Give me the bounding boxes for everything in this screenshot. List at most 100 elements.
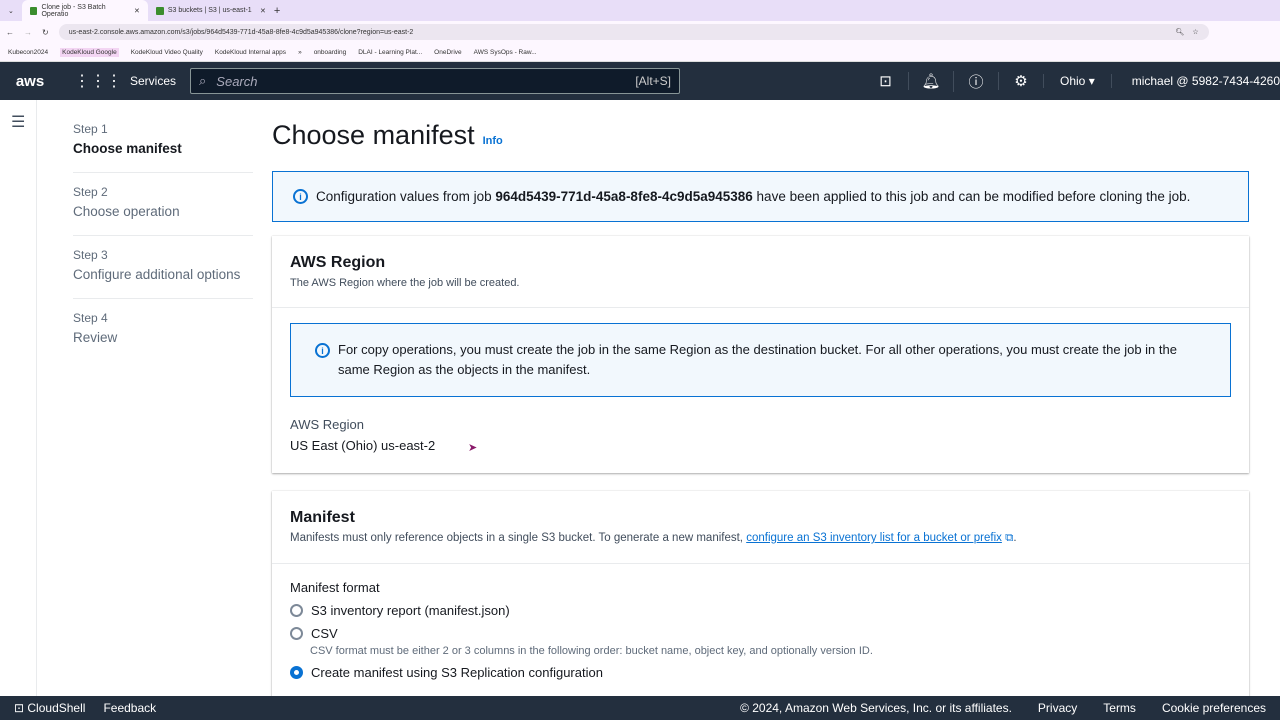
bookmark[interactable]: KodeKloud Video Quality	[131, 49, 203, 56]
radio-button[interactable]	[290, 604, 303, 617]
flash-text: Configuration values from job	[316, 189, 496, 204]
search-placeholder: Search	[216, 73, 258, 89]
back-icon[interactable]: ←	[6, 28, 14, 37]
info-icon: i	[315, 343, 330, 358]
radio-label: Create manifest using S3 Replication con…	[311, 665, 603, 680]
inventory-link[interactable]: configure an S3 inventory list for a buc…	[746, 532, 1002, 544]
job-id: 964d5439-771d-45a8-8fe8-4c9d5a945386	[495, 189, 753, 204]
search-input[interactable]: ⌕ Search [Alt+S]	[190, 68, 681, 94]
feedback-link[interactable]: Feedback	[103, 701, 156, 715]
grid-icon: ⋮⋮⋮	[74, 73, 122, 90]
page-header: Choose manifest Info	[272, 120, 1249, 151]
copyright: © 2024, Amazon Web Services, Inc. or its…	[740, 701, 1012, 715]
step-3: Step 3 Configure additional options	[73, 248, 253, 299]
bookmarks-bar: Kubecon2024 KodeKloud Google KodeKloud V…	[0, 43, 1280, 62]
page-title: Choose manifest	[272, 120, 475, 150]
wizard-steps: Step 1 Choose manifest Step 2 Choose opera…	[73, 122, 253, 373]
search-icon: ⌕	[199, 73, 207, 88]
radio-description: CSV format must be either 2 or 3 columns…	[310, 645, 873, 657]
bookmark[interactable]: DLAI - Learning Plat...	[358, 49, 422, 56]
region-selector[interactable]: Ohio ▾	[1043, 74, 1111, 88]
url-input[interactable]: us-east-2.console.aws.amazon.com/s3/jobs…	[58, 24, 1209, 40]
help-icon[interactable]: ⓘ	[953, 70, 998, 92]
cursor-icon: ➤	[468, 442, 478, 454]
bookmark-folder[interactable]: onboarding	[314, 49, 347, 56]
new-tab-button[interactable]: +	[274, 5, 280, 17]
info-icon: i	[293, 189, 308, 204]
card-description: Manifests must only reference objects in…	[290, 532, 747, 544]
radio-button[interactable]	[290, 627, 303, 640]
bookmark[interactable]: AWS SysOps - Raw...	[474, 49, 537, 56]
tab-title: Clone job - S3 Batch Operatio	[41, 3, 106, 18]
region-label: Ohio	[1060, 74, 1086, 88]
tab-list-icon[interactable]: ⌄	[0, 7, 22, 15]
forward-icon[interactable]: →	[24, 28, 32, 37]
region-value: US East (Ohio) us-east-2	[290, 438, 436, 453]
radio-inventory-report[interactable]: S3 inventory report (manifest.json)	[290, 603, 1231, 618]
info-flash: i Configuration values from job 964d5439-…	[272, 171, 1249, 222]
step-2: Step 2 Choose operation	[73, 185, 253, 236]
step-label: Review	[73, 330, 118, 345]
browser-tab[interactable]: S3 buckets | S3 | us-east-1 ✕	[148, 0, 274, 21]
url-text: us-east-2.console.aws.amazon.com/s3/jobs…	[68, 28, 414, 36]
close-icon[interactable]: ✕	[260, 7, 266, 15]
more-bookmarks[interactable]: »	[298, 49, 302, 56]
step-label: Choose manifest	[73, 141, 182, 156]
close-icon[interactable]: ✕	[134, 7, 140, 15]
region-label: AWS Region	[290, 417, 364, 432]
step-number: Step 2	[73, 185, 108, 199]
main-content: Choose manifest Info i Configuration value…	[272, 120, 1249, 700]
services-label: Services	[130, 74, 177, 88]
bell-icon[interactable]: 🔔︎	[908, 72, 953, 90]
aws-region-card: AWS Region The AWS Region where the job w…	[272, 236, 1249, 473]
browser-tab[interactable]: Clone job - S3 Batch Operatio ✕	[21, 0, 148, 21]
cloudshell-icon[interactable]: ⊡	[863, 72, 908, 90]
star-icon[interactable]: ☆	[1192, 28, 1198, 36]
cloudshell-button[interactable]: ⊡ CloudShell	[14, 701, 85, 715]
browser-tab-bar: ⌄ Clone job - S3 Batch Operatio ✕ S3 buck…	[0, 0, 1280, 21]
bookmark[interactable]: OneDrive	[434, 49, 461, 56]
radio-csv[interactable]: CSV	[290, 626, 1231, 641]
radio-label: S3 inventory report (manifest.json)	[311, 603, 510, 618]
step-number: Step 4	[73, 311, 108, 325]
tab-title: S3 buckets | S3 | us-east-1	[167, 7, 252, 14]
account-menu[interactable]: michael @ 5982-7434-4260	[1110, 74, 1280, 88]
radio-label: CSV	[311, 626, 338, 641]
radio-button[interactable]	[290, 666, 303, 679]
card-title: Manifest	[290, 509, 355, 526]
services-menu[interactable]: ⋮⋮⋮ Services	[60, 71, 190, 91]
privacy-link[interactable]: Privacy	[1038, 701, 1077, 715]
step-label: Choose operation	[73, 204, 180, 219]
card-title: AWS Region	[290, 254, 386, 271]
step-number: Step 1	[73, 122, 108, 136]
step-label: Configure additional options	[73, 267, 241, 282]
menu-icon[interactable]: ☰	[11, 112, 36, 132]
cookie-preferences-link[interactable]: Cookie preferences	[1162, 701, 1266, 715]
step-4: Step 4 Review	[73, 311, 253, 361]
punct: .	[1013, 532, 1017, 544]
reload-icon[interactable]: ↻	[42, 28, 49, 37]
step-1[interactable]: Step 1 Choose manifest	[73, 122, 253, 173]
s3-favicon	[155, 6, 164, 15]
s3-favicon	[29, 6, 38, 15]
aws-logo[interactable]: aws	[0, 73, 60, 90]
terms-link[interactable]: Terms	[1103, 701, 1136, 715]
footer: ⊡ CloudShell Feedback © 2024, Amazon Web…	[0, 696, 1280, 720]
bookmark[interactable]: KodeKloud Google	[60, 47, 119, 57]
radio-replication[interactable]: Create manifest using S3 Replication con…	[290, 665, 1231, 680]
bookmark[interactable]: Kubecon2024	[8, 49, 48, 56]
zoom-icon[interactable]: 🔍︎	[1176, 28, 1185, 36]
manifest-card: Manifest Manifests must only reference ob…	[272, 491, 1249, 700]
step-number: Step 3	[73, 248, 108, 262]
side-panel: ☰	[0, 100, 37, 696]
info-link[interactable]: Info	[483, 135, 503, 147]
flash-text: have been applied to this job and can be…	[752, 189, 1191, 204]
card-description: The AWS Region where the job will be cre…	[290, 277, 520, 289]
bookmark[interactable]: KodeKloud Internal apps	[215, 49, 286, 56]
info-alert: i For copy operations, you must create th…	[290, 323, 1231, 397]
address-bar: ← → ↻ us-east-2.console.aws.amazon.com/s3/…	[0, 21, 1280, 43]
gear-icon[interactable]: ⚙	[998, 72, 1043, 90]
aws-top-nav: aws ⋮⋮⋮ Services ⌕ Search [Alt+S] ⊡ 🔔︎ ⓘ ⚙ …	[0, 62, 1280, 100]
cloudshell-label: CloudShell	[27, 701, 86, 715]
search-shortcut: [Alt+S]	[635, 74, 672, 88]
